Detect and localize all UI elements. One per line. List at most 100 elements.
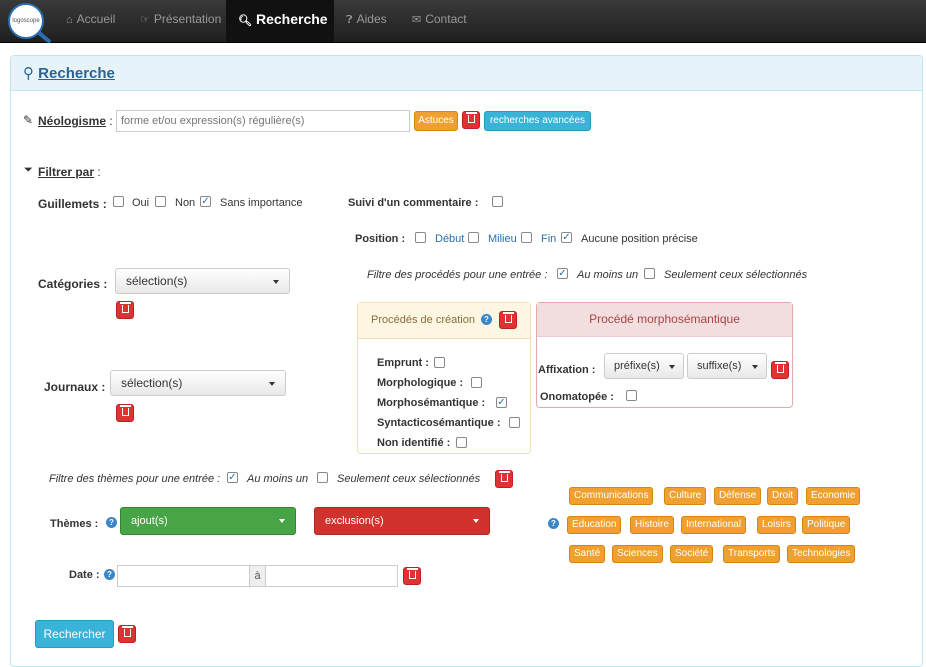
position-debut-label: Début	[435, 233, 465, 245]
guillemets-sans-checkbox[interactable]	[200, 196, 211, 207]
nav-recherche[interactable]: 🔍︎ Recherche	[226, 0, 334, 42]
journaux-dropdown[interactable]: sélection(s)	[110, 370, 286, 396]
clear-affixation-button[interactable]	[771, 361, 789, 379]
panel-title[interactable]: ⚲ Recherche	[23, 64, 115, 82]
search-icon: ⚲	[23, 65, 34, 82]
trash-icon	[774, 362, 786, 373]
hand-point-icon: ☞	[140, 14, 150, 26]
emprunt-checkbox[interactable]	[434, 357, 445, 368]
suivi-commentaire-label: Suivi d'un commentaire :	[348, 197, 479, 209]
prefixe-dropdown[interactable]: préfixe(s)	[604, 353, 684, 379]
help-icon[interactable]: ?	[106, 517, 117, 528]
date-from-input[interactable]	[117, 565, 250, 587]
tag-technologies[interactable]: Technologies	[787, 545, 856, 563]
panel-title-text: Recherche	[38, 65, 115, 82]
clear-neologisme-button[interactable]	[462, 111, 480, 129]
home-icon: ⌂	[66, 14, 73, 26]
caret-down-icon	[669, 365, 675, 369]
position-milieu-checkbox[interactable]	[468, 232, 479, 243]
suivi-commentaire-checkbox[interactable]	[492, 196, 503, 207]
caret-down-icon	[279, 519, 285, 523]
position-debut-checkbox[interactable]	[415, 232, 426, 243]
non-identifie-label: Non identifié :	[377, 437, 451, 449]
clear-procedes-button[interactable]	[499, 311, 517, 329]
nav-recherche-label: Recherche	[255, 11, 328, 27]
tag-politique[interactable]: Politique	[802, 516, 851, 534]
pencil-icon: ✎	[23, 113, 34, 127]
themes-seulement-checkbox[interactable]	[317, 472, 328, 483]
nav-aides[interactable]: ❓︎ Aides	[346, 0, 396, 42]
guillemets-non-label: Non	[175, 197, 196, 209]
journaux-dropdown-value: sélection(s)	[121, 376, 183, 390]
themes-exclusion-dropdown[interactable]: exclusion(s)	[314, 507, 490, 535]
tag-histoire[interactable]: Histoire	[630, 516, 674, 534]
advanced-search-button[interactable]: recherches avancées	[484, 111, 591, 131]
guillemets-oui-label: Oui	[132, 197, 150, 209]
position-fin-checkbox[interactable]	[521, 232, 532, 243]
position-aucune-checkbox[interactable]	[561, 232, 572, 243]
caret-down-icon	[473, 519, 479, 523]
rechercher-button[interactable]: Rechercher	[35, 620, 114, 648]
procede-morphosemantique-title: Procédé morphosémantique	[537, 303, 792, 337]
themes-exclusion-value: exclusion(s)	[325, 515, 384, 527]
categories-dropdown[interactable]: sélection(s)	[115, 268, 290, 294]
clear-date-button[interactable]	[403, 567, 421, 585]
position-label: Position :	[355, 233, 406, 245]
syntacticosemantique-checkbox[interactable]	[509, 417, 520, 428]
panel-heading: ⚲ Recherche	[11, 56, 922, 91]
tag-economie[interactable]: Economie	[806, 487, 861, 505]
nav-aides-label: Aides	[356, 12, 387, 26]
tag-communications[interactable]: Communications	[569, 487, 654, 505]
neologisme-input[interactable]	[116, 110, 410, 132]
help-icon[interactable]: ?	[548, 518, 559, 529]
neologisme-colon: :	[106, 114, 113, 128]
themes-seulement-label: Seulement ceux sélectionnés	[337, 473, 481, 485]
suffixe-dropdown[interactable]: suffixe(s)	[687, 353, 767, 379]
clear-journaux-button[interactable]	[116, 404, 134, 422]
tag-transports[interactable]: Transports	[723, 545, 781, 563]
filtrer-par-label: Filtrer par :	[38, 165, 101, 179]
tag-societe[interactable]: Société	[670, 545, 714, 563]
trash-icon	[498, 471, 510, 482]
tag-sante[interactable]: Santé	[569, 545, 606, 563]
onomatopee-label: Onomatopée :	[540, 391, 614, 403]
caret-down-icon	[269, 382, 275, 386]
clear-themes-button[interactable]	[495, 470, 513, 488]
nav-accueil[interactable]: ⌂ Accueil	[66, 0, 126, 42]
themes-au-moins-checkbox[interactable]	[227, 472, 238, 483]
non-identifie-checkbox[interactable]	[456, 437, 467, 448]
nav-contact-label: Contact	[425, 12, 467, 26]
search-icon: 🔍︎	[238, 15, 252, 27]
procedes-seulement-checkbox[interactable]	[644, 268, 655, 279]
tag-loisirs[interactable]: Loisirs	[757, 516, 796, 534]
tag-education[interactable]: Education	[567, 516, 622, 534]
help-icon[interactable]: ?	[481, 314, 492, 325]
guillemets-label: Guillemets :	[38, 197, 107, 211]
themes-ajout-dropdown[interactable]: ajout(s)	[120, 507, 296, 535]
procedes-au-moins-checkbox[interactable]	[557, 268, 568, 279]
guillemets-oui-checkbox[interactable]	[113, 196, 124, 207]
help-icon[interactable]: ?	[104, 569, 115, 580]
morphologique-checkbox[interactable]	[471, 377, 482, 388]
nav-presentation[interactable]: ☞ Présentation	[140, 0, 226, 42]
morphosemantique-checkbox[interactable]	[496, 397, 507, 408]
procedes-creation-title: Procédés de création	[371, 314, 475, 326]
tag-defense[interactable]: Défense	[714, 487, 762, 505]
prefixe-dropdown-value: préfixe(s)	[614, 360, 660, 372]
filtrer-par-text: Filtrer par	[38, 165, 95, 179]
tag-culture[interactable]: Culture	[664, 487, 707, 505]
astuces-button[interactable]: Astuces	[414, 111, 458, 131]
date-to-input[interactable]	[265, 565, 398, 587]
tag-sciences[interactable]: Sciences	[612, 545, 663, 563]
tag-international[interactable]: International	[681, 516, 747, 534]
themes-label: Thèmes :	[50, 518, 99, 530]
filtre-themes-label: Filtre des thèmes pour une entrée :	[49, 473, 221, 485]
onomatopee-checkbox[interactable]	[626, 390, 637, 401]
nav-contact[interactable]: ✉ Contact	[412, 0, 472, 42]
categories-dropdown-value: sélection(s)	[126, 274, 188, 288]
clear-categories-button[interactable]	[116, 301, 134, 319]
tag-droit[interactable]: Droit	[767, 487, 799, 505]
reset-all-button[interactable]	[118, 625, 136, 643]
guillemets-non-checkbox[interactable]	[155, 196, 166, 207]
syntacticosemantique-label: Syntacticosémantique :	[377, 417, 501, 429]
